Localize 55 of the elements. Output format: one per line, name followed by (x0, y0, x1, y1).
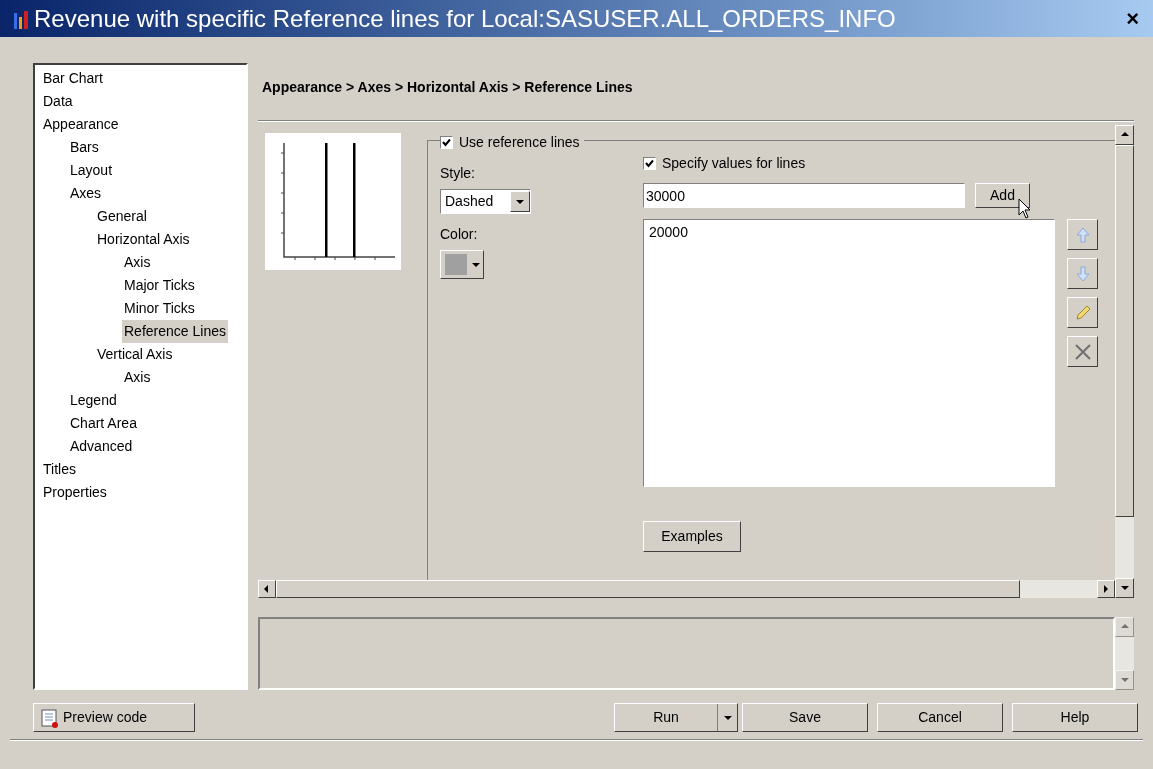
run-button[interactable]: Run (614, 703, 738, 732)
triangle-right-icon (1101, 584, 1111, 594)
checkbox-label: Use reference lines (459, 133, 580, 152)
value-input-field[interactable]: 30000 (643, 183, 965, 208)
examples-button[interactable]: Examples (643, 521, 741, 552)
tree-item[interactable]: Axis (122, 366, 153, 389)
list-item[interactable]: 20000 (649, 222, 688, 243)
tree-item[interactable]: General (95, 205, 149, 228)
tree-item[interactable]: Major Ticks (122, 274, 197, 297)
bar-chart-icon (14, 8, 30, 29)
tree-item[interactable]: Axis (122, 251, 153, 274)
tree-item[interactable]: Bars (68, 136, 101, 159)
tree-item[interactable]: Legend (68, 389, 119, 412)
triangle-down-icon (1119, 675, 1130, 685)
pencil-button[interactable] (1067, 297, 1098, 328)
tree-item[interactable]: Minor Ticks (122, 297, 197, 320)
tree-item[interactable]: Layout (68, 159, 115, 182)
tree-item[interactable]: Titles (41, 458, 78, 481)
pencil-icon (1073, 303, 1092, 322)
cancel-button[interactable]: Cancel (877, 703, 1003, 732)
add-button[interactable]: Add (975, 183, 1030, 208)
cross-icon (1073, 342, 1092, 361)
preview-code-button[interactable]: Preview code (33, 703, 195, 732)
triangle-down-icon (1119, 583, 1130, 593)
window-title: Revenue with specific Reference lines for Local:SASUSER.ALL_ORDERS_INFO (34, 3, 897, 34)
checkbox-label: Specify values for lines (662, 154, 806, 173)
color-picker-button[interactable] (440, 250, 484, 279)
delete-button[interactable] (1067, 336, 1098, 367)
checkbox[interactable] (440, 136, 453, 149)
tree-item[interactable]: Reference Lines (122, 320, 228, 343)
style-label: Style: (440, 164, 476, 183)
breadcrumb: Appearance > Axes > Horizontal Axis > Reference Lines (262, 78, 634, 97)
tree-item[interactable]: Data (41, 90, 75, 113)
arrow-up-icon (1073, 225, 1092, 244)
tree-item[interactable]: Advanced (68, 435, 135, 458)
arrow-up-button[interactable] (1067, 219, 1098, 250)
help-button[interactable]: Help (1012, 703, 1138, 732)
tree-item[interactable]: Horizontal Axis (95, 228, 192, 251)
horizontal-scrollbar[interactable] (258, 580, 1115, 598)
tree-item[interactable]: Bar Chart (41, 67, 105, 90)
tree-item[interactable]: Appearance (41, 113, 121, 136)
tree-item[interactable]: Chart Area (68, 412, 139, 435)
tree-item[interactable]: Axes (68, 182, 104, 205)
tree-item[interactable]: Vertical Axis (95, 343, 175, 366)
vertical-scrollbar[interactable] (1115, 125, 1134, 598)
close-button[interactable]: × (1126, 7, 1139, 30)
vertical-scrollbar[interactable] (1115, 617, 1134, 690)
style-dropdown[interactable]: Dashed (440, 189, 531, 214)
arrow-down-icon (1073, 264, 1092, 283)
tree-item[interactable]: Properties (41, 481, 109, 504)
notepad-icon (40, 707, 60, 728)
checkbox[interactable] (643, 157, 656, 170)
save-button[interactable]: Save (742, 703, 868, 732)
arrow-down-button[interactable] (1067, 258, 1098, 289)
color-label: Color: (440, 225, 479, 244)
